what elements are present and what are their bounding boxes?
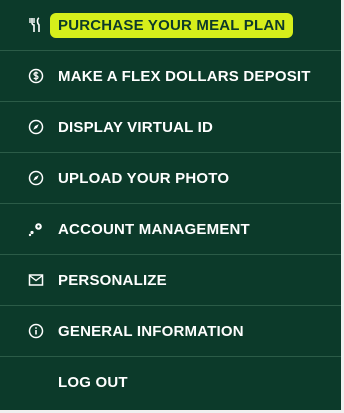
menu-item-label: PERSONALIZE [58, 271, 167, 289]
menu-item-label: LOG OUT [58, 374, 128, 391]
menu-item-label: MAKE A FLEX DOLLARS DEPOSIT [58, 67, 311, 85]
menu-item-personalize[interactable]: PERSONALIZE [0, 255, 341, 306]
navigation-menu: PURCHASE YOUR MEAL PLAN MAKE A FLEX DOLL… [0, 0, 344, 413]
compass-icon [28, 119, 44, 135]
menu-item-display-virtual-id[interactable]: DISPLAY VIRTUAL ID [0, 102, 341, 153]
menu-item-log-out[interactable]: LOG OUT [0, 357, 341, 408]
menu-item-general-information[interactable]: GENERAL INFORMATION [0, 306, 341, 357]
menu-item-label: PURCHASE YOUR MEAL PLAN [50, 12, 294, 38]
menu-item-label: ACCOUNT MANAGEMENT [58, 220, 250, 238]
menu-item-label: UPLOAD YOUR PHOTO [58, 169, 230, 187]
envelope-icon [28, 272, 44, 288]
info-circle-icon [28, 323, 44, 339]
menu-item-label: GENERAL INFORMATION [58, 322, 244, 340]
utensils-icon [28, 17, 44, 33]
menu-item-flex-dollars-deposit[interactable]: MAKE A FLEX DOLLARS DEPOSIT [0, 51, 341, 102]
compass-icon [28, 170, 44, 186]
menu-item-upload-photo[interactable]: UPLOAD YOUR PHOTO [0, 153, 341, 204]
menu-item-purchase-meal-plan[interactable]: PURCHASE YOUR MEAL PLAN [0, 0, 341, 51]
dollar-circle-icon [28, 68, 44, 84]
menu-item-label: DISPLAY VIRTUAL ID [58, 118, 214, 136]
key-icon [28, 221, 44, 237]
menu-item-account-management[interactable]: ACCOUNT MANAGEMENT [0, 204, 341, 255]
